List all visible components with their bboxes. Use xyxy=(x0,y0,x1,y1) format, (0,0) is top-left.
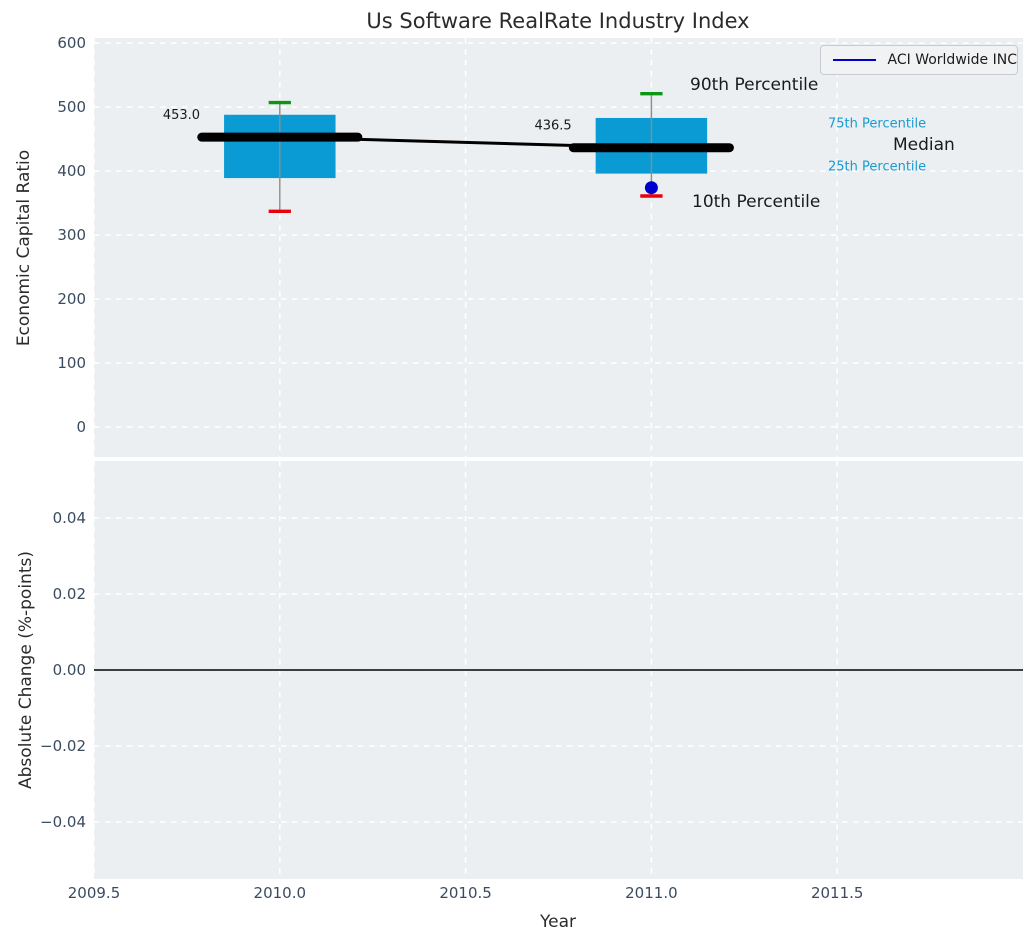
legend-label: ACI Worldwide INC xyxy=(887,52,1017,68)
x-tick-label: 2011.0 xyxy=(625,884,678,902)
series-marker xyxy=(644,181,658,195)
bottom-y-tick-label: 0.04 xyxy=(53,509,86,527)
bottom-y-axis-label: Absolute Change (%-points) xyxy=(16,551,36,789)
top-y-tick-label: 0 xyxy=(76,418,86,436)
legend-line-swatch xyxy=(833,59,876,61)
median-value-label-2010: 453.0 xyxy=(163,108,200,123)
top-y-tick-label: 500 xyxy=(57,98,86,116)
x-tick-label: 2009.5 xyxy=(68,884,121,902)
bottom-y-tick-label: 0.00 xyxy=(53,661,86,679)
x-tick-label: 2010.5 xyxy=(439,884,492,902)
percentile-label-75th-percentile: 75th Percentile xyxy=(828,117,926,132)
top-y-tick-label: 600 xyxy=(57,34,86,52)
percentile-label-10th-percentile: 10th Percentile xyxy=(692,192,820,212)
chart-title: Us Software RealRate Industry Index xyxy=(366,9,750,33)
percentile-label-25th-percentile: 25th Percentile xyxy=(828,160,926,175)
x-tick-label: 2010.0 xyxy=(254,884,307,902)
top-y-axis-label: Economic Capital Ratio xyxy=(14,149,34,347)
top-plot-area xyxy=(94,38,1023,457)
top-y-tick-label: 400 xyxy=(57,162,86,180)
legend: ACI Worldwide INC xyxy=(820,45,1018,75)
top-y-tick-label: 300 xyxy=(57,226,86,244)
percentile-label-90th-percentile: 90th Percentile xyxy=(690,75,818,95)
median-value-label-2011: 436.5 xyxy=(534,119,571,134)
bottom-y-tick-label: −0.04 xyxy=(40,813,86,831)
percentile-label-median: Median xyxy=(893,135,955,155)
figure: 0 100 200 300 400 500 600 0.04 0.02 0.00 −0.02 −0.0… xyxy=(0,0,1034,942)
plot-canvas: 0 100 200 300 400 500 600 0.04 0.02 0.00 −0.02 −0.0… xyxy=(40,34,1023,902)
top-y-tick-label: 100 xyxy=(57,354,86,372)
top-y-tick-label: 200 xyxy=(57,290,86,308)
bottom-y-tick-label: 0.02 xyxy=(53,585,86,603)
x-tick-label: 2011.5 xyxy=(811,884,864,902)
x-axis-label: Year xyxy=(540,912,576,932)
bottom-y-tick-label: −0.02 xyxy=(40,737,86,755)
